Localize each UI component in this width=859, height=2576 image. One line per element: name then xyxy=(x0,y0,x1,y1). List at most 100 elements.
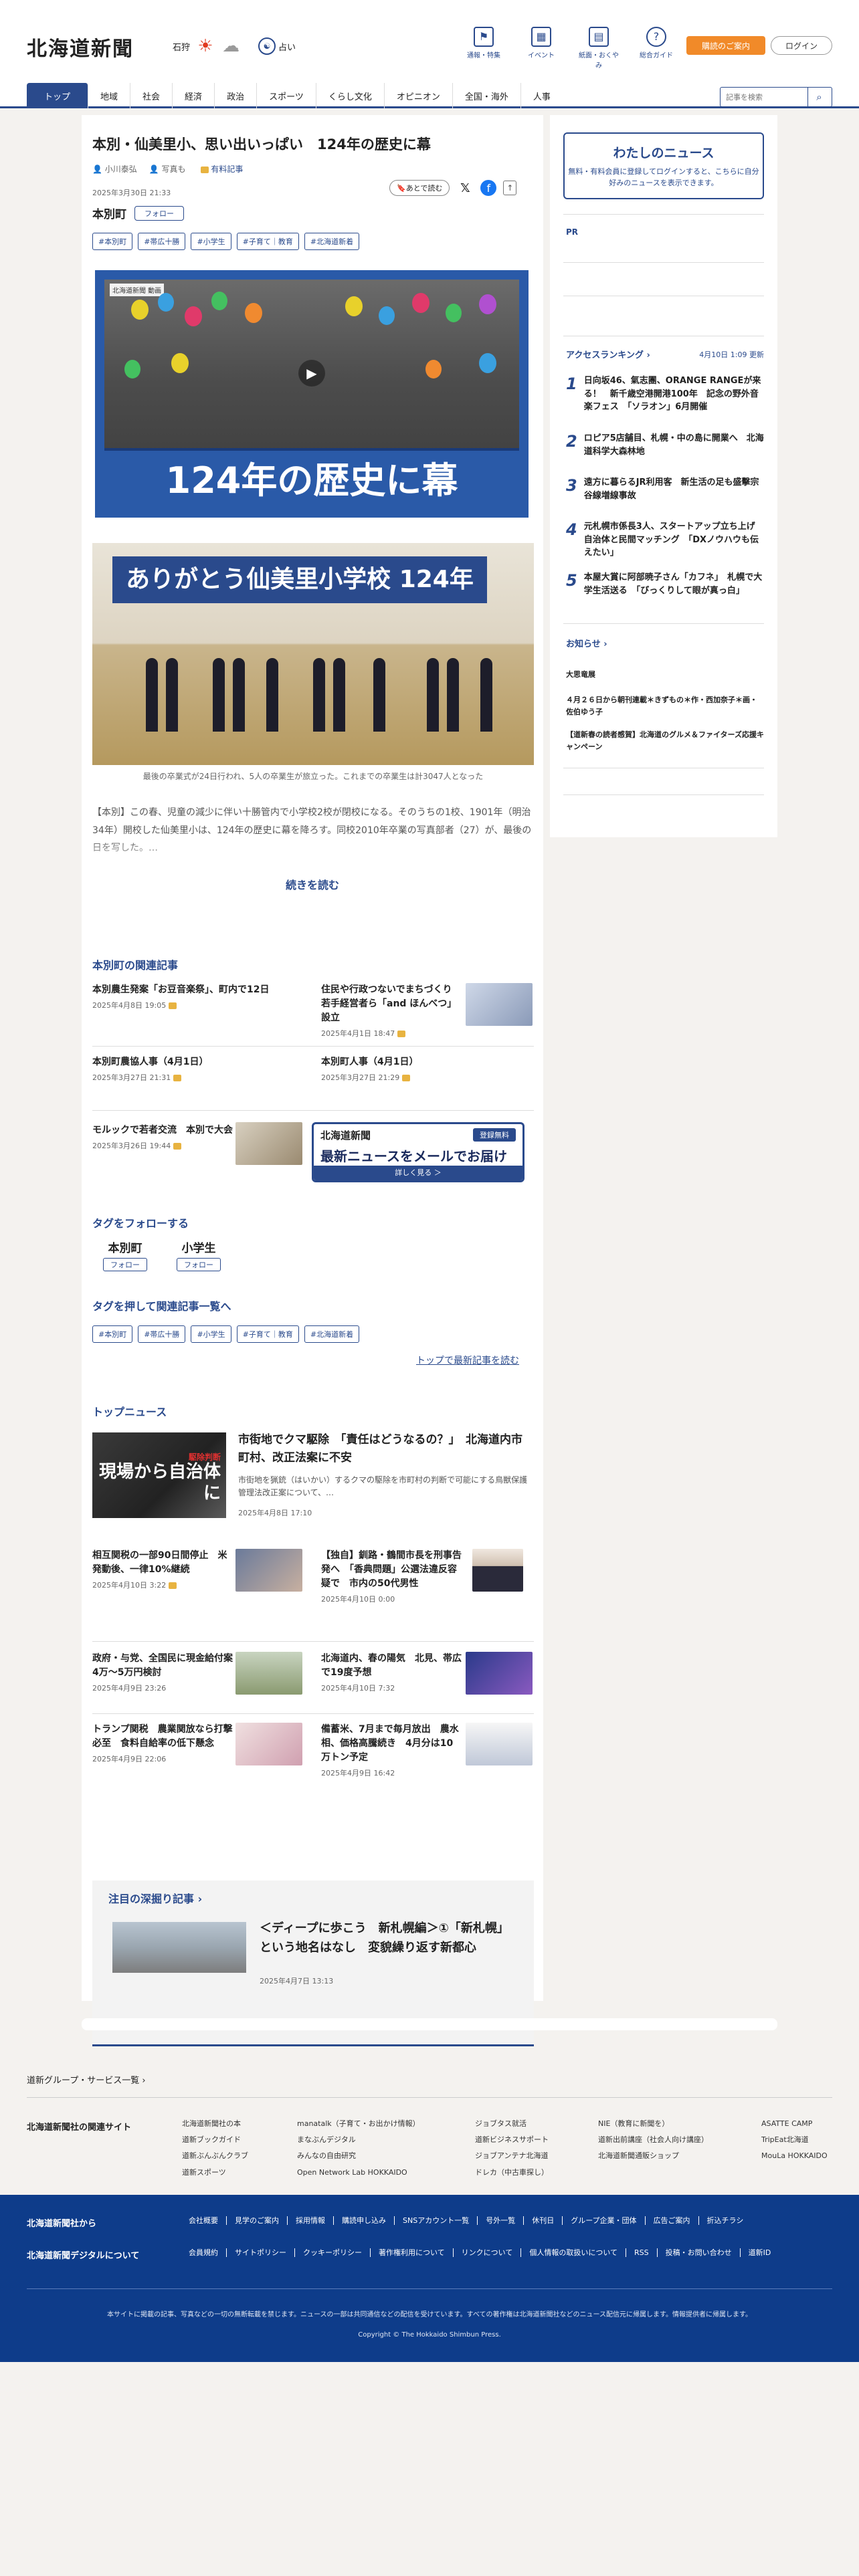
notice-heading[interactable]: お知らせ › xyxy=(566,637,607,649)
follow-button[interactable]: フォロー xyxy=(134,205,184,221)
header-link-guide[interactable]: ? 総合ガイド xyxy=(636,27,677,70)
follow-button[interactable]: フォロー xyxy=(103,1258,147,1271)
facebook-share-icon[interactable]: f xyxy=(480,180,497,196)
list-item[interactable]: 本別町人事（4月1日） 2025年3月27日 21:29 xyxy=(321,1055,535,1083)
photo-banner-text: ありがとう仙美里小学校 124年 xyxy=(112,556,487,603)
header-link-special[interactable]: ⚑ 通報・特集 xyxy=(463,27,504,70)
list-item[interactable]: モルックで若者交流 本別で大会 2025年3月26日 19:44 xyxy=(92,1123,240,1151)
lock-icon xyxy=(169,1002,177,1009)
site-logo[interactable]: 北海道新聞 xyxy=(27,32,134,62)
weather-widget[interactable]: 石狩 ☀ ☁ ☯ 占い xyxy=(173,36,296,56)
list-item[interactable]: 相互関税の一部90日間停止 米発動後、一律10%継続 2025年4月10日 3:… xyxy=(92,1549,233,1590)
deep-dive-title[interactable]: ＜ディープに歩こう 新札幌編＞①「新札幌」という地名はなし 変貌繰り返す新都心 xyxy=(260,1919,520,1958)
list-item[interactable]: 政府・与党、全国民に現金給付案 4万〜5万円検討 2025年4月9日 23:26 xyxy=(92,1652,242,1693)
notice-item[interactable]: 【道新春の読者感賀】北海道のグルメ＆ファイターズ応援キャンペーン xyxy=(566,729,764,752)
thumbnail[interactable] xyxy=(235,1549,302,1592)
footer-note: 本サイトに掲載の記事、写真などの一切の無断転載を禁じます。ニュースの一部は共同通… xyxy=(107,2311,752,2319)
list-item[interactable]: 本別町農協人事（4月1日） 2025年3月27日 21:31 xyxy=(92,1055,306,1083)
nav-society[interactable]: 社会 xyxy=(130,83,173,108)
thumbnail[interactable] xyxy=(466,983,533,1026)
nav-politics[interactable]: 政治 xyxy=(215,83,258,108)
ranking-item[interactable]: 5 本屋大賞に阿部暁子さん「カフネ」 札幌で大学生活送る 「びっくりして眼が真っ白… xyxy=(566,571,767,597)
ranking-item[interactable]: 1 日向坂46、氣志團、ORANGE RANGEが来る！ 新千歳空港開港100年 … xyxy=(566,374,767,414)
footer-blue: 北海道新聞社から 北海道新聞デジタルについて 会社概要 見学のご案内 採用情報 購読申… xyxy=(0,2195,859,2362)
login-button[interactable]: ログイン xyxy=(771,36,832,55)
list-item[interactable]: 北海道内、春の陽気 北見、帯広で19度予想 2025年4月10日 7:32 xyxy=(321,1652,462,1693)
video-player[interactable]: 北海道新聞 動画 ▶ 124年の歴史に幕 xyxy=(95,270,529,518)
tag[interactable]: #子育て｜教育 xyxy=(236,1325,299,1343)
thumbnail[interactable] xyxy=(235,1723,302,1765)
fortune-icon: ☯ xyxy=(258,37,276,55)
article-title: 本別・仙美里小、思い出いっぱい 124年の歴史に幕 xyxy=(92,136,431,152)
list-item[interactable]: 【独自】釧路・鶴間市長を刑事告発へ 「香典問題」公選法違反容疑で 市内の50代男… xyxy=(321,1549,462,1604)
play-icon[interactable]: ▶ xyxy=(298,360,325,387)
share-icon[interactable]: ↑ xyxy=(503,181,517,195)
nav-economy[interactable]: 経済 xyxy=(173,83,215,108)
place-follow: 本別町 フォロー xyxy=(92,205,184,221)
thumbnail[interactable] xyxy=(472,1549,523,1592)
nav-top[interactable]: トップ xyxy=(27,83,89,108)
related-sites-heading: 北海道新聞社の関連サイト xyxy=(27,2123,132,2133)
search-icon[interactable]: ⌕ xyxy=(807,88,830,106)
x-share-icon[interactable]: 𝕏 xyxy=(456,179,474,197)
header-link-paper[interactable]: ▤ 紙面・おくやみ xyxy=(578,27,619,70)
top-news-title[interactable]: 市街地でクマ駆除 「責任はどうなるの？」 北海道内市町村、改正法案に不安 xyxy=(238,1431,533,1467)
sidebar: わたしのニュース 無料・有料会員に登録してログインすると、こちらに自分好みのニュ… xyxy=(550,115,777,837)
latest-articles-link[interactable]: トップで最新記事を読む xyxy=(416,1354,519,1367)
list-item[interactable]: 住民や行政つないでまちづくり 若手経営者ら「and ほんべつ」設立 2025年4… xyxy=(321,983,462,1039)
tag[interactable]: #子育て｜教育 xyxy=(236,233,299,250)
tag[interactable]: #小学生 xyxy=(191,1325,231,1343)
deep-dive-heading[interactable]: 注目の深掘り記事 › xyxy=(108,1890,202,1906)
thumbnail[interactable] xyxy=(112,1922,246,1973)
thumbnail[interactable] xyxy=(235,1122,302,1165)
copyright: Copyright © The Hokkaido Shimbun Press. xyxy=(358,2331,501,2339)
read-more-link[interactable]: 続きを読む xyxy=(82,876,543,892)
search-input[interactable] xyxy=(721,92,807,102)
newsletter-promo[interactable]: 北海道新聞 登録無料 最新ニュースをメールでお届け 詳しく見る ＞ xyxy=(312,1122,524,1182)
read-later-button[interactable]: 🔖 あとで読む xyxy=(389,180,450,196)
tag[interactable]: #本別町 xyxy=(92,1325,133,1343)
tag[interactable]: #帯広十勝 xyxy=(138,1325,186,1343)
lock-icon xyxy=(173,1075,182,1081)
lock-icon xyxy=(173,1143,182,1150)
photo-credit: 👤 写真も xyxy=(149,165,186,174)
thumbnail[interactable] xyxy=(235,1652,302,1695)
lock-icon xyxy=(169,1582,177,1589)
byline: 👤 小川泰弘 👤 写真も 有料記事 xyxy=(92,163,243,175)
nav-personnel[interactable]: 人事 xyxy=(521,83,563,108)
footer-col: ジョブタス就活 道新ビジネスサポート ジョブアンテナ北海道 ドレカ（中古車探し） xyxy=(475,2119,549,2177)
tag[interactable]: #本別町 xyxy=(92,233,133,250)
ranking-item[interactable]: 4 元札幌市係長3人、スタートアップ立ち上げ 自治体と民間マッチング 「DXノウハ… xyxy=(566,520,767,560)
fortune-label: 占い xyxy=(278,42,296,53)
header-icon-links: ⚑ 通報・特集 ▦ イベント ▤ 紙面・おくやみ ? 総合ガイド xyxy=(463,27,677,70)
ranking-item[interactable]: 3 遠方に暮らるJR利用客 新生活の足も盛擊宗谷線増線事故 xyxy=(566,476,767,502)
fortune-link[interactable]: ☯ 占い xyxy=(258,37,296,55)
nav-opinion[interactable]: オピニオン xyxy=(385,83,453,108)
header-link-events[interactable]: ▦ イベント xyxy=(520,27,562,70)
notice-item[interactable]: ４月２６日から朝刊連載＊きずもの＊作・西加奈子＊画・佐伯ゆう子 xyxy=(566,694,764,718)
subscribe-button[interactable]: 購読のご案内 xyxy=(686,36,765,55)
group-services-link[interactable]: 道新グループ・サービス一覧 › xyxy=(27,2073,146,2086)
my-news-box[interactable]: わたしのニュース 無料・有料会員に登録してログインすると、こちらに自分好みのニュ… xyxy=(563,132,764,199)
nav-culture[interactable]: くらし文化 xyxy=(316,83,385,108)
ranking-heading[interactable]: アクセスランキング › xyxy=(566,348,650,360)
notice-item[interactable]: 大思竜展 xyxy=(566,669,764,681)
tag[interactable]: #北海道新着 xyxy=(304,233,360,250)
tag[interactable]: #北海道新着 xyxy=(304,1325,360,1343)
nav-world[interactable]: 全国・海外 xyxy=(453,83,521,108)
top-news-image[interactable]: 駆除判断 現場から自治体に xyxy=(92,1432,226,1518)
list-item[interactable]: 本別農生発案「お豆音楽祭」、町内で12日 2025年4月8日 19:05 xyxy=(92,983,306,1010)
lock-icon xyxy=(397,1031,406,1037)
thumbnail[interactable] xyxy=(466,1723,533,1765)
search-box: ⌕ xyxy=(720,87,832,107)
ad-strip xyxy=(82,2018,777,2030)
tag[interactable]: #帯広十勝 xyxy=(138,233,186,250)
ranking-item[interactable]: 2 ロピア5店舗目、札幌・中の島に開業へ 北海道科学大森林地 xyxy=(566,432,767,458)
list-item[interactable]: トランプ関税 農業関放なら打撃必至 食料自給率の低下懸念 2025年4月9日 2… xyxy=(92,1723,233,1764)
nav-sports[interactable]: スポーツ xyxy=(257,83,316,108)
thumbnail[interactable] xyxy=(466,1652,533,1695)
nav-local[interactable]: 地域 xyxy=(88,83,131,108)
list-item[interactable]: 備蓄米、7月まで毎月放出 農水相、価格高騰続き 4月分は10万トン予定 2025… xyxy=(321,1723,462,1778)
follow-button[interactable]: フォロー xyxy=(177,1258,221,1271)
tag[interactable]: #小学生 xyxy=(191,233,231,250)
